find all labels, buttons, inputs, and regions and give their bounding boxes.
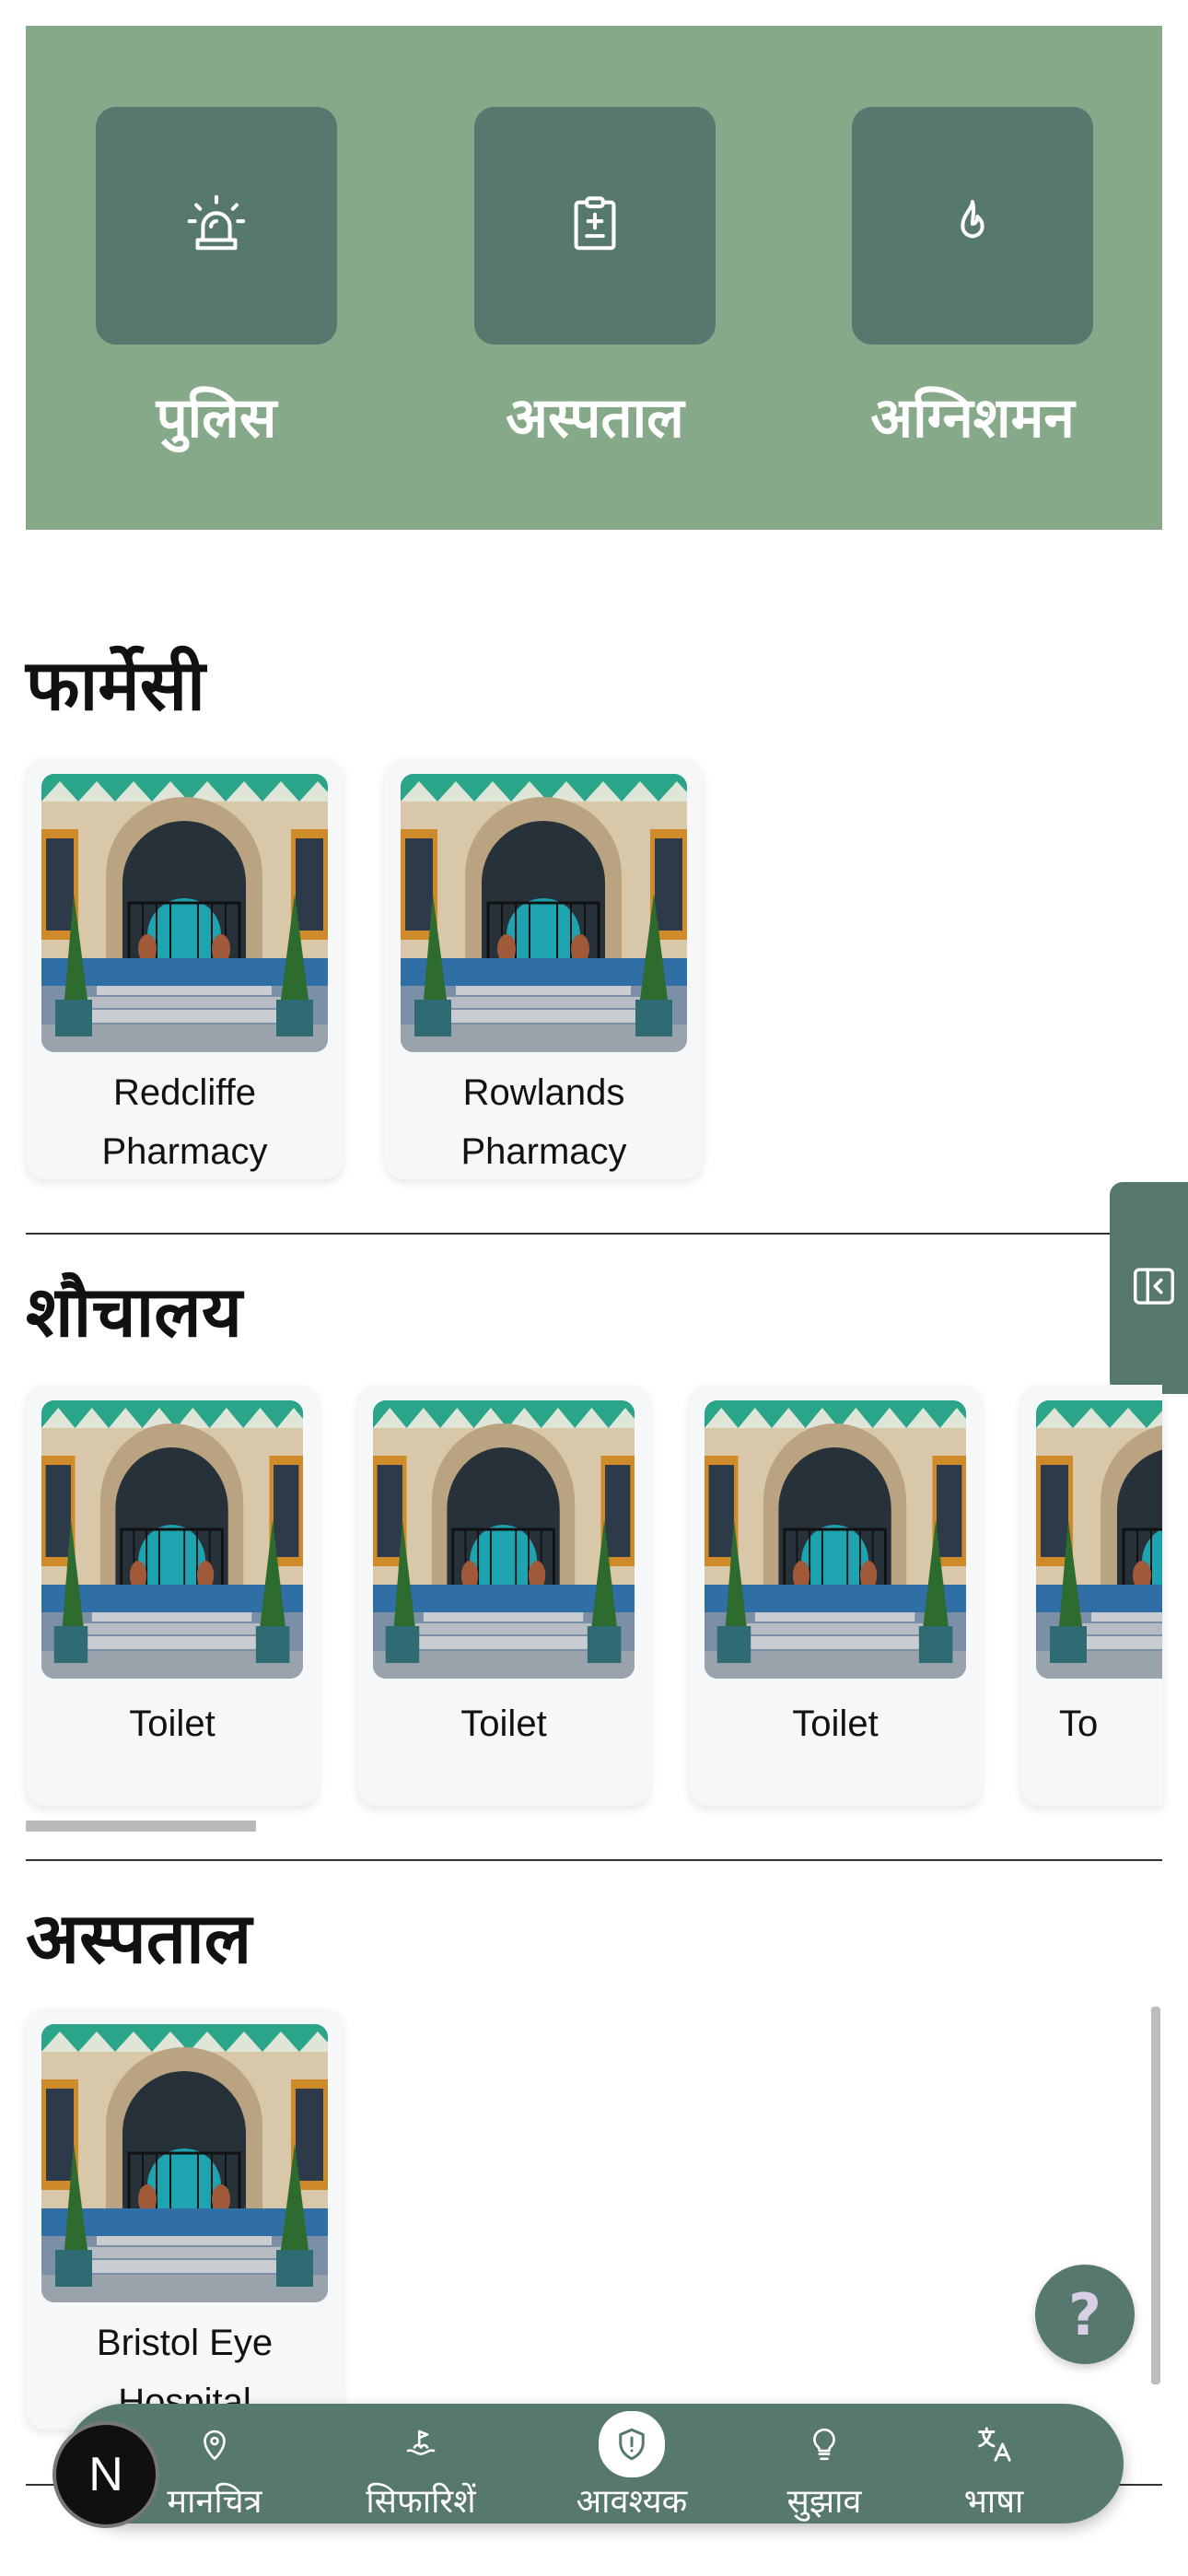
hospital-label: अस्पताल — [506, 386, 684, 451]
flame-icon — [943, 194, 1002, 257]
place-photo — [41, 1400, 303, 1679]
app-logo[interactable]: N — [52, 2421, 159, 2528]
toilet-card[interactable]: Toilet — [26, 1385, 319, 1806]
side-panel-toggle[interactable] — [1110, 1182, 1188, 1394]
card-title-line2: Pharmacy — [460, 1131, 627, 1172]
emergency-panel: पुलिस अस्पताल अग्निशमन — [26, 26, 1162, 530]
hospital-button[interactable]: अस्पताल — [474, 107, 716, 453]
toilet-card[interactable]: Toilet — [357, 1385, 650, 1806]
fire-tile[interactable] — [852, 107, 1093, 345]
hospital-section-title: अस्पताल — [26, 1897, 252, 1979]
police-tile[interactable] — [96, 107, 337, 345]
police-label: पुलिस — [156, 386, 277, 451]
question-icon: ? — [1068, 2280, 1101, 2348]
medical-file-icon — [563, 192, 627, 260]
hospital-card[interactable]: Bristol Eye Hospital — [26, 2008, 344, 2430]
nav-essential-label: आवश्यक — [576, 2483, 688, 2521]
card-title-line1: Redcliffe — [113, 1072, 256, 1113]
nav-suggestions-label: सुझाव — [786, 2483, 862, 2521]
nav-language[interactable]: भाषा — [915, 2404, 1072, 2523]
toilet-card[interactable]: To — [1020, 1385, 1162, 1806]
fire-label: अग्निशमन — [870, 386, 1075, 451]
section-divider — [26, 1233, 1112, 1235]
pharmacy-card[interactable]: Rowlands Pharmacy — [385, 758, 703, 1179]
logo-letter: N — [88, 2448, 123, 2501]
place-photo — [401, 774, 687, 1052]
card-title: Toilet — [792, 1704, 879, 1744]
bottom-navigation: मानचित्र सिफारिशें आवश्यक सुझाव भाषा — [64, 2404, 1124, 2523]
nav-essential[interactable]: आवश्यक — [553, 2404, 710, 2523]
place-photo — [1036, 1400, 1162, 1679]
place-photo — [373, 1400, 635, 1679]
map-pin-icon — [187, 2417, 242, 2472]
siren-icon — [184, 192, 249, 260]
nav-map[interactable]: मानचित्र — [136, 2404, 293, 2523]
essential-services-screen: पुलिस अस्पताल अग्निशमन फार्मेसी Redcliff… — [0, 0, 1188, 2576]
police-button[interactable]: पुलिस — [96, 107, 337, 453]
vertical-scrollbar[interactable] — [1151, 2007, 1160, 2384]
nav-recommendations[interactable]: सिफारिशें — [343, 2404, 499, 2523]
nav-language-label: भाषा — [963, 2483, 1024, 2521]
section-divider — [26, 1859, 1162, 1861]
place-photo — [705, 1400, 966, 1679]
hospital-tile[interactable] — [474, 107, 716, 345]
toilet-section-title: शौचालय — [26, 1270, 242, 1352]
place-photo — [41, 774, 328, 1052]
card-title-line1: Bristol Eye — [96, 2323, 274, 2363]
nav-recommendations-label: सिफारिशें — [366, 2483, 476, 2521]
card-title: Toilet — [460, 1704, 547, 1744]
nav-map-label: मानचित्र — [167, 2483, 262, 2521]
place-photo — [41, 2024, 328, 2302]
card-title: To — [1059, 1704, 1099, 1744]
nav-suggestions[interactable]: सुझाव — [746, 2404, 903, 2523]
fire-button[interactable]: अग्निशमन — [852, 107, 1093, 453]
toilet-card[interactable]: Toilet — [689, 1385, 982, 1806]
translate-icon — [966, 2417, 1021, 2472]
help-button[interactable]: ? — [1035, 2265, 1135, 2364]
card-title-line2: Pharmacy — [101, 1131, 268, 1172]
pharmacy-card[interactable]: Redcliffe Pharmacy — [26, 758, 344, 1179]
collapse-panel-icon — [1129, 1261, 1179, 1315]
pharmacy-section-title: फार्मेसी — [26, 644, 205, 726]
recommend-icon — [393, 2417, 448, 2472]
shield-icon — [599, 2411, 665, 2477]
horizontal-scrollbar[interactable] — [26, 1821, 256, 1832]
card-title-line1: Rowlands — [462, 1072, 625, 1113]
lightbulb-icon — [797, 2417, 852, 2472]
card-title: Toilet — [129, 1704, 215, 1744]
